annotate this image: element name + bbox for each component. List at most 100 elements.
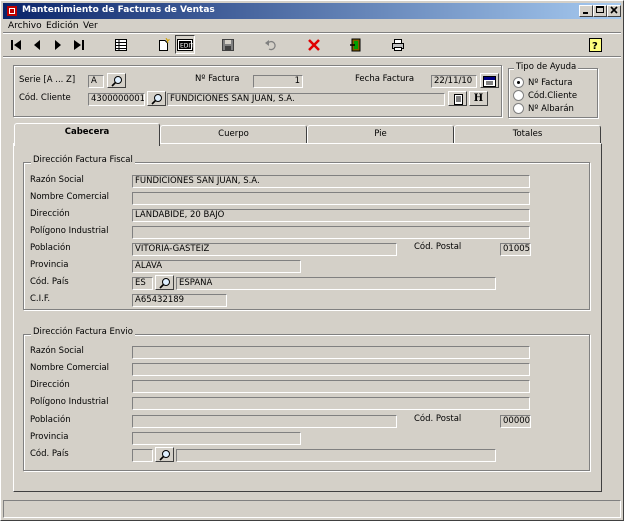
- fiscal-pais-code-field[interactable]: ES: [132, 277, 153, 290]
- envio-provincia-field[interactable]: [132, 432, 301, 445]
- fiscal-poblacion-label: Población: [30, 243, 71, 253]
- undo-icon: [265, 39, 276, 50]
- h-button[interactable]: H: [469, 91, 488, 106]
- cliente-code-field[interactable]: 4300000001: [88, 93, 145, 106]
- envio-razon-field[interactable]: [132, 346, 530, 359]
- fiscal-pais-search-button[interactable]: [155, 275, 174, 290]
- serie-field[interactable]: A: [88, 75, 104, 88]
- calendar-icon: [483, 75, 496, 87]
- fiscal-direccion-field[interactable]: LANDABIDE, 20 BAJO: [132, 209, 530, 222]
- exit-button[interactable]: [346, 35, 366, 54]
- close-icon: [610, 6, 618, 14]
- print-button[interactable]: [388, 35, 408, 54]
- tab-cuerpo[interactable]: Cuerpo: [160, 125, 307, 144]
- envio-cp-label: Cód. Postal: [414, 414, 462, 424]
- help-icon: ?: [589, 37, 602, 52]
- menu-ver[interactable]: Ver: [83, 21, 98, 31]
- window-title: Mantenimiento de Facturas de Ventas: [22, 5, 215, 15]
- delete-icon: [308, 38, 320, 51]
- tab-pie[interactable]: Pie: [307, 125, 454, 144]
- close-window-button[interactable]: [607, 5, 621, 17]
- fiscal-title: Dirección Factura Fiscal: [31, 155, 135, 165]
- magnifier-icon: [158, 449, 170, 461]
- cliente-search-button[interactable]: [147, 91, 166, 106]
- toolbar: EDIT ?: [3, 33, 621, 55]
- radio-factura[interactable]: [513, 77, 524, 88]
- first-icon: [11, 39, 21, 50]
- envio-poblacion-field[interactable]: [132, 415, 397, 428]
- menu-edicion[interactable]: Edición: [46, 21, 79, 31]
- grid-icon: [115, 38, 127, 51]
- minimize-icon: [583, 12, 588, 14]
- radio-albaran[interactable]: [513, 103, 524, 114]
- cliente-name-field[interactable]: FUNDICIONES SAN JUAN, S.A.: [167, 93, 445, 106]
- previous-record-button[interactable]: [27, 35, 47, 54]
- radio-cliente-label[interactable]: Cód.Cliente: [528, 91, 577, 101]
- envio-poligono-field[interactable]: [132, 397, 530, 410]
- magnifier-icon: [150, 93, 162, 105]
- fiscal-cp-field[interactable]: 01005: [500, 243, 531, 256]
- save-icon: [222, 38, 234, 51]
- svg-text:EDIT: EDIT: [180, 42, 193, 49]
- envio-nombre-field[interactable]: [132, 363, 530, 376]
- fiscal-provincia-field[interactable]: ALAVA: [132, 260, 301, 273]
- envio-pais-code-field[interactable]: [132, 449, 153, 462]
- last-icon: [74, 39, 84, 50]
- svg-text:?: ?: [592, 41, 598, 52]
- magnifier-icon: [110, 75, 122, 87]
- calendar-button[interactable]: [480, 73, 499, 88]
- fiscal-poligono-field[interactable]: [132, 226, 530, 239]
- toolbar-divider-bottom: [3, 56, 621, 58]
- fiscal-cif-label: C.I.F.: [30, 294, 51, 304]
- next-record-button[interactable]: [48, 35, 68, 54]
- cliente-detail-button[interactable]: [448, 91, 467, 106]
- edit-mode-icon: EDIT: [177, 38, 193, 51]
- factura-field[interactable]: 1: [253, 75, 303, 88]
- delete-button[interactable]: [304, 35, 324, 54]
- document-icon: [453, 93, 463, 105]
- radio-albaran-label[interactable]: Nº Albarán: [528, 104, 574, 114]
- maximize-icon: [595, 6, 604, 13]
- edit-mode-button[interactable]: EDIT: [175, 35, 195, 54]
- status-bar: [3, 500, 621, 518]
- fiscal-pais-label: Cód. País: [30, 277, 69, 287]
- fiscal-poligono-label: Polígono Industrial: [30, 226, 109, 236]
- new-record-button[interactable]: [153, 35, 173, 54]
- envio-poligono-label: Polígono Industrial: [30, 397, 109, 407]
- envio-cp-field[interactable]: 00000: [500, 415, 531, 428]
- title-bar[interactable]: Mantenimiento de Facturas de Ventas: [3, 3, 621, 19]
- fiscal-provincia-label: Provincia: [30, 260, 69, 270]
- fecha-label: Fecha Factura: [355, 74, 415, 84]
- envio-pais-name-field[interactable]: [176, 449, 496, 462]
- maximize-button[interactable]: [593, 5, 607, 17]
- undo-button[interactable]: [261, 35, 281, 54]
- next-icon: [55, 39, 61, 50]
- radio-cliente[interactable]: [513, 90, 524, 101]
- help-button[interactable]: ?: [586, 35, 606, 54]
- fiscal-nombre-label: Nombre Comercial: [30, 192, 110, 202]
- envio-direccion-field[interactable]: [132, 380, 530, 393]
- list-button[interactable]: [111, 35, 131, 54]
- ayuda-title: Tipo de Ayuda: [514, 62, 579, 72]
- fiscal-razon-field[interactable]: FUNDICIONES SAN JUAN, S.A.: [132, 175, 530, 188]
- header-panel: [13, 65, 502, 117]
- fecha-field[interactable]: 22/11/10: [431, 75, 477, 88]
- tab-totales[interactable]: Totales: [454, 125, 601, 144]
- fiscal-pais-name-field[interactable]: ESPAÑA: [176, 277, 496, 290]
- last-record-button[interactable]: [69, 35, 89, 54]
- radio-factura-label[interactable]: Nº Factura: [528, 78, 572, 88]
- save-button[interactable]: [218, 35, 238, 54]
- minimize-button[interactable]: [579, 5, 593, 17]
- printer-icon: [392, 38, 404, 51]
- main-window: Mantenimiento de Facturas de Ventas Arch…: [0, 0, 624, 521]
- fiscal-poblacion-field[interactable]: VITORIA-GASTEIZ: [132, 243, 397, 256]
- fiscal-nombre-field[interactable]: [132, 192, 530, 205]
- menu-archivo[interactable]: Archivo: [8, 21, 42, 31]
- fiscal-cif-field[interactable]: A65432189: [132, 294, 227, 307]
- envio-pais-search-button[interactable]: [155, 447, 174, 462]
- first-record-button[interactable]: [6, 35, 26, 54]
- exit-door-icon: [350, 38, 361, 51]
- serie-search-button[interactable]: [107, 73, 126, 88]
- app-icon: [7, 6, 17, 16]
- tab-cabecera[interactable]: Cabecera: [14, 123, 160, 146]
